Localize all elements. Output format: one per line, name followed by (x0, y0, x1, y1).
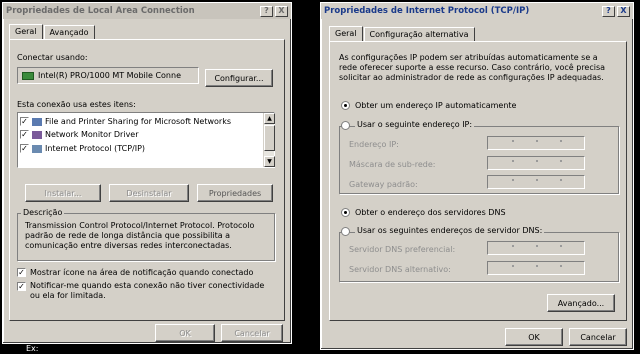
uninstall-button[interactable]: Desinstalar (109, 184, 189, 202)
tcpip-properties-dialog: Propriedades de Internet Protocol (TCP/I… (320, 2, 634, 350)
caption-text: Ex: (26, 344, 39, 353)
list-item[interactable]: ✓ File and Printer Sharing for Microsoft… (20, 116, 231, 127)
components-list[interactable]: ✓ File and Printer Sharing for Microsoft… (17, 112, 275, 168)
preferred-dns-label: Servidor DNS preferencial: (349, 245, 456, 254)
scroll-up-button[interactable]: ▲ (264, 113, 275, 124)
left-dialog-title: Propriedades de Local Area Connection (6, 6, 195, 16)
left-ok-button[interactable]: OK (155, 324, 215, 342)
subnet-field[interactable] (487, 156, 585, 170)
list-item[interactable]: ✓ Network Monitor Driver (20, 129, 139, 140)
manual-ip-radio[interactable] (341, 121, 350, 130)
intro-text: As configurações IP podem ser atribuídas… (339, 53, 606, 82)
right-ok-button[interactable]: OK (505, 328, 563, 346)
list-item-label: Network Monitor Driver (45, 130, 139, 139)
subnet-label: Máscara de sub-rede: (349, 160, 436, 169)
adapter-field: Intel(R) PRO/1000 MT Mobile Conne (17, 67, 199, 84)
scroll-thumb[interactable] (264, 125, 275, 151)
configure-button[interactable]: Configurar... (205, 69, 273, 87)
auto-dns-radio[interactable] (341, 208, 350, 217)
preferred-dns-field[interactable] (487, 241, 585, 255)
tab-geral-left[interactable]: Geral (9, 24, 43, 39)
file-sharing-icon (32, 117, 42, 126)
auto-ip-label: Obter um endereço IP automaticamente (355, 101, 517, 110)
list-item-label: Internet Protocol (TCP/IP) (45, 144, 146, 153)
manual-dns-label: Usar os seguintes endereços de servidor … (355, 226, 545, 235)
tab-geral-right[interactable]: Geral (329, 26, 363, 41)
notify-label: Notificar-me quando esta conexão não tiv… (30, 281, 265, 300)
connect-using-label: Conectar usando: (17, 53, 88, 62)
list-scrollbar[interactable]: ▲ ▼ (263, 113, 275, 167)
right-cancel-button[interactable]: Cancelar (569, 328, 627, 346)
tab-avancado[interactable]: Avançado (43, 25, 95, 40)
item-checkbox[interactable]: ✓ (20, 144, 29, 153)
network-adapter-icon (22, 72, 34, 80)
auto-ip-radio[interactable] (341, 101, 350, 110)
alternate-dns-field[interactable] (487, 261, 585, 275)
ip-address-label: Endereço IP: (349, 140, 399, 149)
show-icon-label: Mostrar ícone na área de notificação qua… (30, 268, 254, 277)
left-titlebar[interactable]: Propriedades de Local Area Connection ? … (3, 3, 291, 19)
protocol-icon (32, 144, 42, 153)
tab-configuracao-alternativa[interactable]: Configuração alternativa (363, 27, 475, 42)
right-close-button[interactable]: X (617, 5, 630, 17)
adapter-name: Intel(R) PRO/1000 MT Mobile Conne (38, 71, 181, 80)
manual-ip-label: Usar o seguinte endereço IP: (355, 120, 475, 129)
scroll-down-button[interactable]: ▼ (264, 156, 275, 167)
left-cancel-button[interactable]: Cancelar (221, 324, 283, 342)
show-icon-checkbox[interactable]: ✓ (17, 268, 26, 277)
item-checkbox[interactable]: ✓ (20, 130, 29, 139)
right-titlebar[interactable]: Propriedades de Internet Protocol (TCP/I… (321, 3, 633, 19)
left-help-button[interactable]: ? (260, 5, 273, 17)
gateway-field[interactable] (487, 175, 585, 189)
right-help-button[interactable]: ? (602, 5, 615, 17)
list-item-label: File and Printer Sharing for Microsoft N… (45, 117, 231, 126)
description-title: Descrição (21, 208, 65, 217)
notify-checkbox[interactable]: ✓ (17, 282, 26, 291)
item-checkbox[interactable]: ✓ (20, 117, 29, 126)
manual-dns-radio[interactable] (341, 227, 350, 236)
items-label: Esta conexão usa estes itens: (17, 100, 136, 109)
install-button[interactable]: Instalar... (25, 184, 101, 202)
alternate-dns-label: Servidor DNS alternativo: (349, 265, 451, 274)
ip-address-field[interactable] (487, 136, 585, 150)
right-dialog-title: Propriedades de Internet Protocol (TCP/I… (324, 6, 530, 16)
gateway-label: Gateway padrão: (349, 180, 418, 189)
auto-dns-label: Obter o endereço dos servidores DNS (355, 208, 506, 217)
network-monitor-icon (32, 130, 42, 139)
list-item[interactable]: ✓ Internet Protocol (TCP/IP) (20, 143, 145, 154)
description-text: Transmission Control Protocol/Internet P… (25, 221, 255, 250)
properties-button[interactable]: Propriedades (197, 184, 273, 202)
advanced-button[interactable]: Avançado... (547, 294, 615, 312)
left-close-button[interactable]: X (275, 5, 288, 17)
local-area-connection-dialog: Propriedades de Local Area Connection ? … (2, 2, 292, 344)
